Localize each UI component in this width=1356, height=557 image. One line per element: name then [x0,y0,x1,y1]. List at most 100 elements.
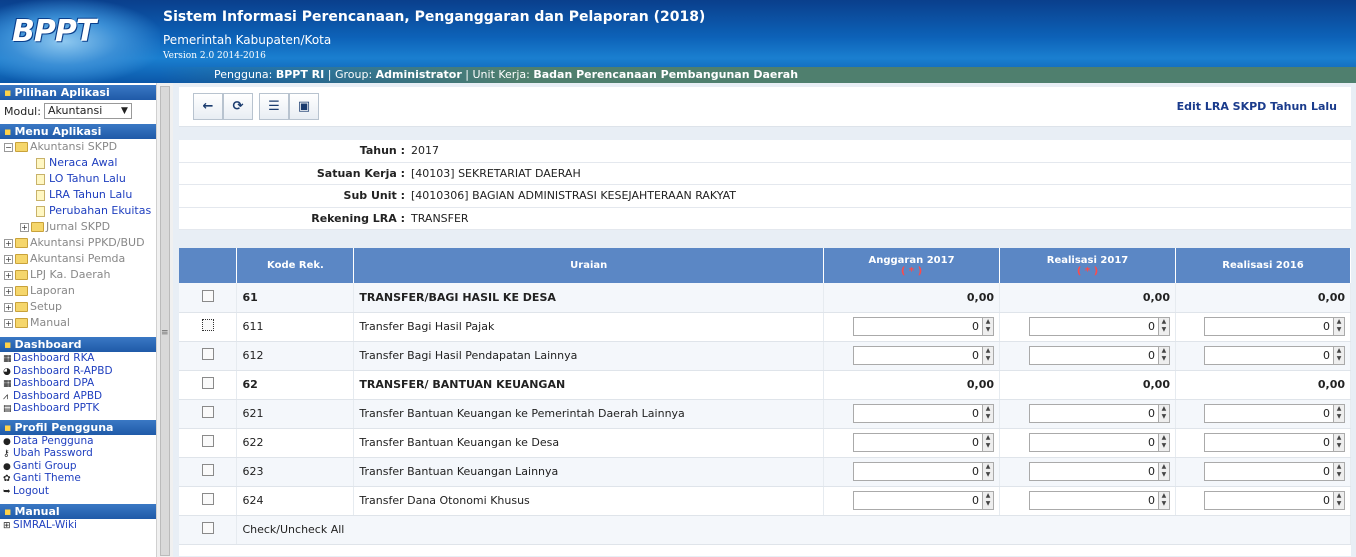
dashboard-rka-link[interactable]: ▦Dashboard RKA [0,352,159,365]
ganti-theme-link[interactable]: ✿ Ganti Theme [0,472,159,485]
spinner-icon[interactable]: ▲ ▼ [1158,346,1170,365]
tree-manual[interactable]: + Manual [0,315,159,331]
tree-lpj-ka-daerah[interactable]: + LPJ Ka. Daerah [0,267,159,283]
anggaran-input[interactable]: 0 ▲ ▼ [853,346,995,365]
logout-link[interactable]: ➥ Logout [0,485,159,498]
app-title: Sistem Informasi Perencanaan, Penganggar… [163,9,706,25]
spinner-icon[interactable]: ▲ ▼ [1158,491,1170,510]
anggaran-input[interactable]: 0 ▲ ▼ [853,462,995,481]
dashboard-dpa-link[interactable]: ▦Dashboard DPA [0,377,159,390]
expand-icon[interactable]: + [4,270,13,280]
expand-icon[interactable]: + [4,286,13,296]
check-all-label[interactable]: Check/Uncheck All [236,515,1351,545]
realisasi-input[interactable]: 0 ▲ ▼ [1028,346,1170,365]
anggaran-input[interactable]: 0 ▲ ▼ [853,491,995,510]
spinner-icon[interactable]: ▲ ▼ [983,404,995,423]
spinner-icon[interactable]: ▲ ▼ [1334,346,1345,365]
app-subtitle: Pemerintah Kabupaten/Kota [163,33,332,47]
user-info-bar: Pengguna: BPPT RI | Group: Administrator… [160,67,1356,83]
tree-perubahan-ekuitas[interactable]: Perubahan Ekuitas [0,203,159,219]
data-pengguna-link[interactable]: ● Data Pengguna [0,435,159,448]
realisasi-input[interactable]: 0 ▲ ▼ [1028,462,1170,481]
tree-akuntansi-ppkd[interactable]: + Akuntansi PPKD/BUD [0,235,159,251]
bar-chart-icon: ▦ [3,354,12,364]
spinner-icon[interactable]: ▲ ▼ [983,317,995,336]
realisasi-input[interactable]: 0 ▲ ▼ [1028,433,1170,452]
ubah-password-link[interactable]: ⚷ Ubah Password [0,447,159,460]
sidebar-scrollbar[interactable]: ≡ [156,83,173,557]
row-checkbox[interactable] [201,319,214,331]
spinner-icon[interactable]: ▲ ▼ [983,462,995,481]
spinner-icon[interactable]: ▲ ▼ [1334,491,1345,510]
spinner-icon[interactable]: ▲ ▼ [1158,462,1170,481]
row-checkbox[interactable] [201,289,214,302]
spinner-icon[interactable]: ▲ ▼ [1334,462,1345,481]
realisasi-prev-input[interactable]: 0 ▲ ▼ [1204,317,1345,336]
collapse-icon[interactable]: − [4,142,13,152]
row-checkbox[interactable] [201,435,214,447]
kode-cell: 623 [236,457,355,487]
tree-laporan[interactable]: + Laporan [0,283,159,299]
row-checkbox[interactable] [201,377,214,389]
tree-akuntansi-pemda[interactable]: + Akuntansi Pemda [0,251,159,267]
dashboard-rapbd-link[interactable]: ◕ Dashboard R-APBD [0,365,159,378]
tree-setup[interactable]: + Setup [0,299,159,315]
folder-open-icon [15,142,28,152]
expand-icon[interactable]: + [4,238,13,248]
realisasi-input[interactable]: 0 ▲ ▼ [1028,404,1170,423]
spinner-icon[interactable]: ▲ ▼ [1158,404,1170,423]
simral-wiki-link[interactable]: ⊞ SIMRAL-Wiki [0,519,159,532]
user-name: BPPT RI [275,68,325,81]
spinner-icon[interactable]: ▲ ▼ [1158,433,1170,452]
back-button[interactable]: ← [193,93,223,120]
row-checkbox[interactable] [201,348,214,360]
uraian-cell: Transfer Bagi Hasil Pajak [353,312,825,342]
table-row: 61 TRANSFER/BAGI HASIL KE DESA 0,00 0,00… [179,283,1352,313]
spinner-icon[interactable]: ▲ ▼ [983,346,995,365]
row-checkbox[interactable] [201,464,214,476]
uraian-cell: Transfer Bantuan Keuangan ke Desa [353,428,825,458]
dashboard-apbd-link[interactable]: ⩘ Dashboard APBD [0,390,159,403]
anggaran-input[interactable]: 0 ▲ ▼ [853,317,995,336]
tree-lra-tahun-lalu[interactable]: LRA Tahun Lalu [0,187,159,203]
realisasi-input[interactable]: 0 ▲ ▼ [1028,317,1170,336]
list-button[interactable]: ☰ [259,93,289,120]
anggaran-input[interactable]: 0 ▲ ▼ [853,404,995,423]
tree-jurnal-skpd[interactable]: + Jurnal SKPD [0,219,159,235]
realisasi-prev-cell: 0,00 [1175,370,1352,400]
refresh-button[interactable]: ⟳ [223,93,253,120]
check-all-checkbox[interactable] [201,522,214,534]
realisasi-prev-input[interactable]: 0 ▲ ▼ [1204,433,1345,452]
ganti-group-link[interactable]: ● Ganti Group [0,460,159,473]
realisasi-prev-input[interactable]: 0 ▲ ▼ [1204,346,1345,365]
main-content: ← ⟳ ☰ ▣ Edit LRA SKPD Tahun Lalu Tahun :… [173,83,1356,557]
realisasi-input[interactable]: 0 ▲ ▼ [1028,491,1170,510]
save-button[interactable]: ▣ [289,93,319,120]
manual-header: ▪ Manual [0,504,159,519]
realisasi-prev-input[interactable]: 0 ▲ ▼ [1204,462,1345,481]
expand-icon[interactable]: + [4,318,13,328]
spinner-icon[interactable]: ▲ ▼ [1334,317,1345,336]
expand-icon[interactable]: + [4,254,13,264]
expand-icon[interactable]: + [4,302,13,312]
spinner-icon[interactable]: ▲ ▼ [1334,433,1345,452]
anggaran-input[interactable]: 0 ▲ ▼ [853,433,995,452]
anggaran-cell: 0,00 [823,283,1001,313]
spinner-icon[interactable]: ▲ ▼ [1158,317,1170,336]
scrollbar-thumb[interactable] [160,86,170,556]
row-checkbox[interactable] [201,406,214,418]
row-checkbox[interactable] [201,493,214,505]
tree-akuntansi-skpd[interactable]: − Akuntansi SKPD [0,139,159,155]
realisasi-prev-input[interactable]: 0 ▲ ▼ [1204,404,1345,423]
dashboard-pptk-link[interactable]: ▤Dashboard PPTK [0,402,159,415]
tree-lo-tahun-lalu[interactable]: LO Tahun Lalu [0,171,159,187]
realisasi-prev-input[interactable]: 0 ▲ ▼ [1204,491,1345,510]
spinner-icon[interactable]: ▲ ▼ [1334,404,1345,423]
document-icon [36,189,45,201]
kode-cell: 622 [236,428,355,458]
spinner-icon[interactable]: ▲ ▼ [983,491,995,510]
spinner-icon[interactable]: ▲ ▼ [983,433,995,452]
modul-select[interactable]: Akuntansi ▼ [43,103,132,119]
expand-icon[interactable]: + [20,222,29,232]
tree-neraca-awal[interactable]: Neraca Awal [0,155,159,171]
